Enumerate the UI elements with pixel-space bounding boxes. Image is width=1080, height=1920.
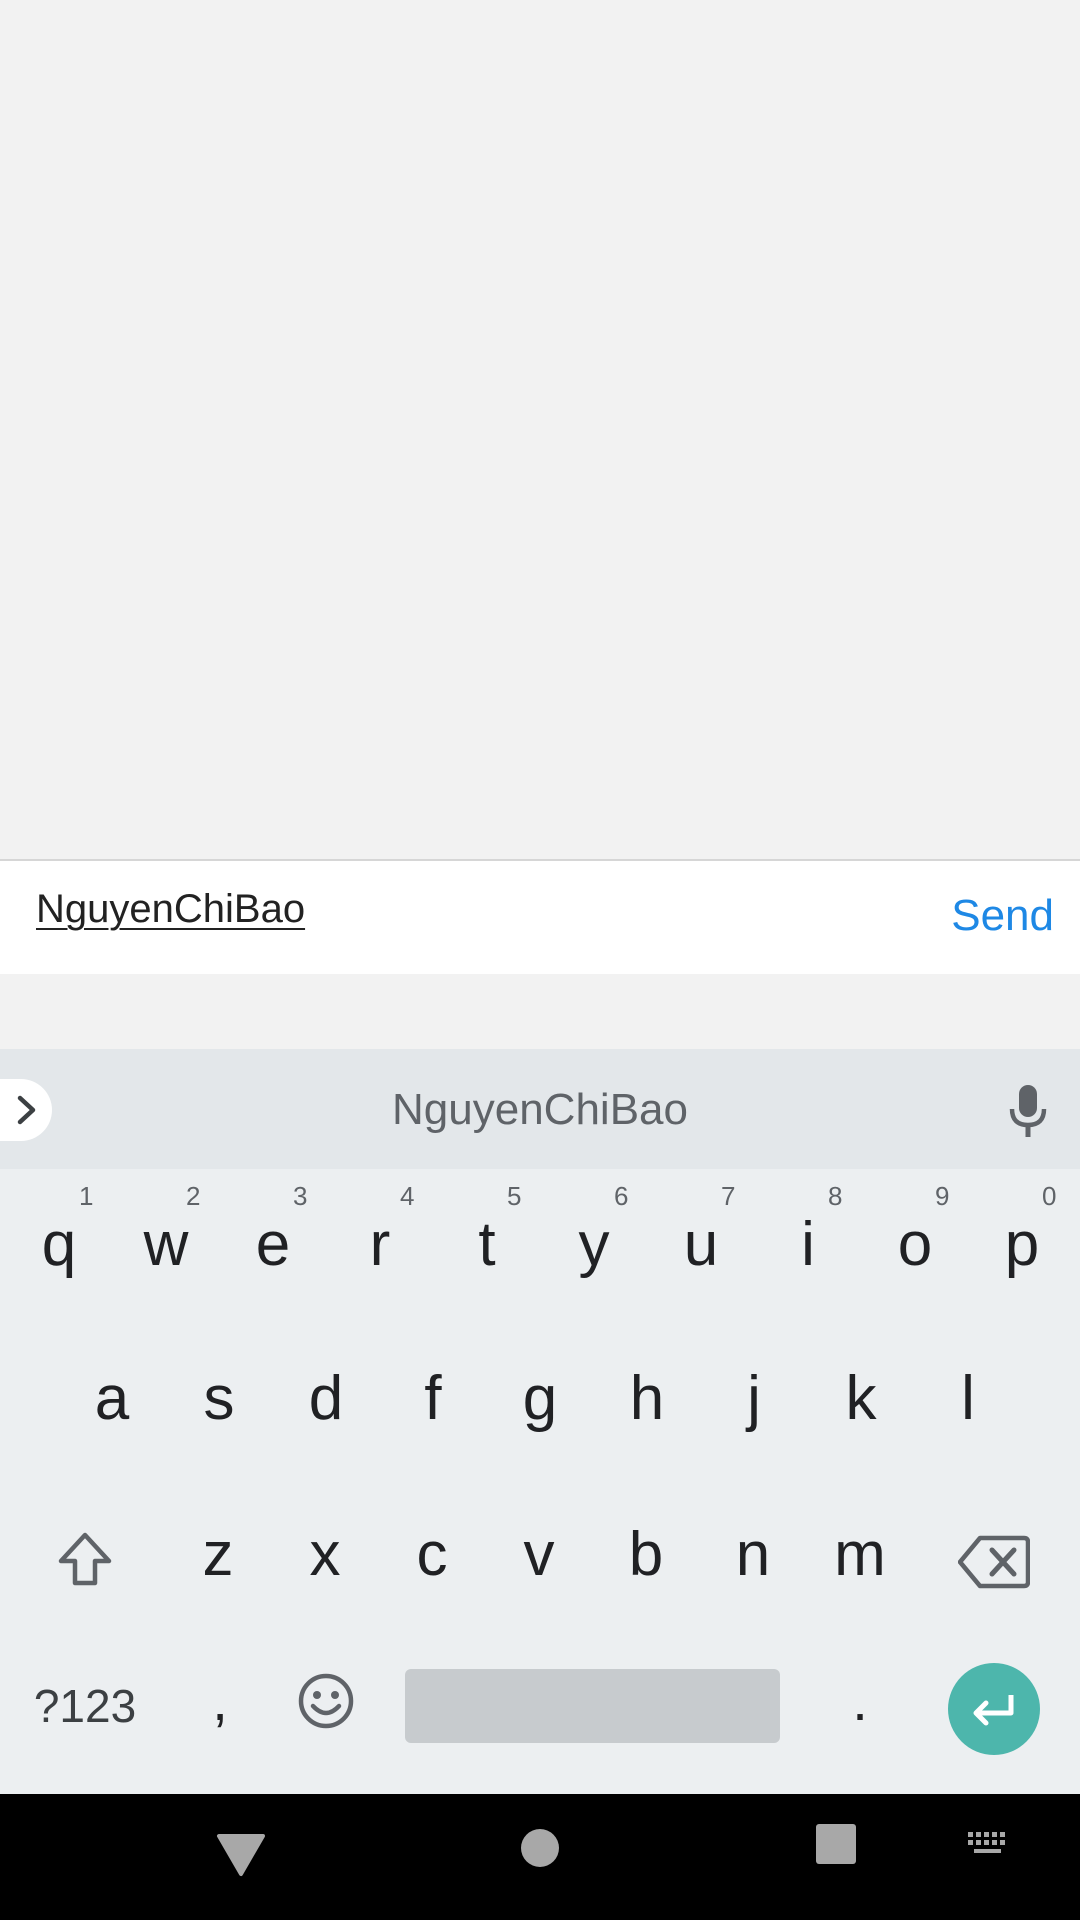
- key-hint-4: 4: [400, 1181, 415, 1211]
- key-b[interactable]: b: [606, 1509, 686, 1599]
- compose-spacer: [0, 974, 1080, 1049]
- key-m[interactable]: m: [820, 1509, 900, 1599]
- microphone-icon: [1009, 1085, 1047, 1137]
- message-area: [0, 0, 1080, 859]
- key-z[interactable]: z: [178, 1509, 258, 1599]
- key-d[interactable]: d: [286, 1353, 366, 1443]
- message-input[interactable]: NguyenChiBao: [36, 887, 305, 937]
- shift-icon: [58, 1532, 112, 1586]
- key-hint-9: 9: [935, 1181, 950, 1211]
- nav-home-button[interactable]: [516, 1824, 564, 1872]
- keyboard-switch-button[interactable]: [966, 1830, 1010, 1860]
- keyboard: NguyenChiBao q1 w2 e3 r4 t5 y6 u7 i8 o9 p0 asdfgh…: [0, 1049, 1080, 1794]
- key-n[interactable]: n: [713, 1509, 793, 1599]
- symbols-key[interactable]: ?123: [20, 1673, 150, 1739]
- key-y[interactable]: y: [554, 1199, 634, 1289]
- key-u[interactable]: u: [661, 1199, 741, 1289]
- navigation-bar: [0, 1794, 1080, 1920]
- key-c[interactable]: c: [392, 1509, 472, 1599]
- key-r[interactable]: r: [340, 1199, 420, 1289]
- key-hint-8: 8: [828, 1181, 843, 1211]
- key-q[interactable]: q: [19, 1199, 99, 1289]
- key-p[interactable]: p: [982, 1199, 1062, 1289]
- suggestion-word[interactable]: NguyenChiBao: [0, 1085, 1080, 1135]
- key-x[interactable]: x: [285, 1509, 365, 1599]
- period-key[interactable]: .: [830, 1661, 890, 1739]
- key-e[interactable]: e: [233, 1199, 313, 1289]
- key-o[interactable]: o: [875, 1199, 955, 1289]
- keyboard-icon: [968, 1832, 1005, 1853]
- key-v[interactable]: v: [499, 1509, 579, 1599]
- key-k[interactable]: k: [821, 1353, 901, 1443]
- suggestion-bar: NguyenChiBao: [0, 1049, 1080, 1169]
- key-i[interactable]: i: [768, 1199, 848, 1289]
- send-button[interactable]: Send: [951, 891, 1054, 941]
- space-key[interactable]: [405, 1669, 780, 1743]
- emoji-key[interactable]: [296, 1671, 356, 1731]
- key-hint-0: 0: [1042, 1181, 1057, 1211]
- backspace-icon: [958, 1535, 1030, 1589]
- key-g[interactable]: g: [500, 1353, 580, 1443]
- emoji-icon: [298, 1673, 354, 1729]
- key-s[interactable]: s: [179, 1353, 259, 1443]
- key-hint-3: 3: [293, 1181, 308, 1211]
- compose-bar: NguyenChiBao Send: [0, 859, 1080, 974]
- enter-icon: [973, 1695, 1014, 1726]
- key-l[interactable]: l: [928, 1353, 1008, 1443]
- nav-home-icon: [521, 1829, 559, 1867]
- key-j[interactable]: j: [714, 1353, 794, 1443]
- key-hint-1: 1: [79, 1181, 94, 1211]
- comma-key[interactable]: ,: [190, 1661, 250, 1739]
- key-hint-2: 2: [186, 1181, 201, 1211]
- nav-recents-button[interactable]: [814, 1822, 858, 1866]
- key-f[interactable]: f: [393, 1353, 473, 1443]
- key-t[interactable]: t: [447, 1199, 527, 1289]
- shift-key[interactable]: [46, 1520, 124, 1598]
- key-w[interactable]: w: [126, 1199, 206, 1289]
- backspace-key[interactable]: [952, 1529, 1036, 1595]
- nav-recents-icon: [816, 1824, 856, 1864]
- enter-key[interactable]: [948, 1663, 1040, 1755]
- nav-back-icon: [217, 1834, 265, 1876]
- nav-back-button[interactable]: [210, 1824, 272, 1886]
- key-hint-7: 7: [721, 1181, 736, 1211]
- key-hint-6: 6: [614, 1181, 629, 1211]
- key-h[interactable]: h: [607, 1353, 687, 1443]
- key-a[interactable]: a: [72, 1353, 152, 1443]
- voice-input-button[interactable]: [1004, 1083, 1052, 1139]
- key-hint-5: 5: [507, 1181, 522, 1211]
